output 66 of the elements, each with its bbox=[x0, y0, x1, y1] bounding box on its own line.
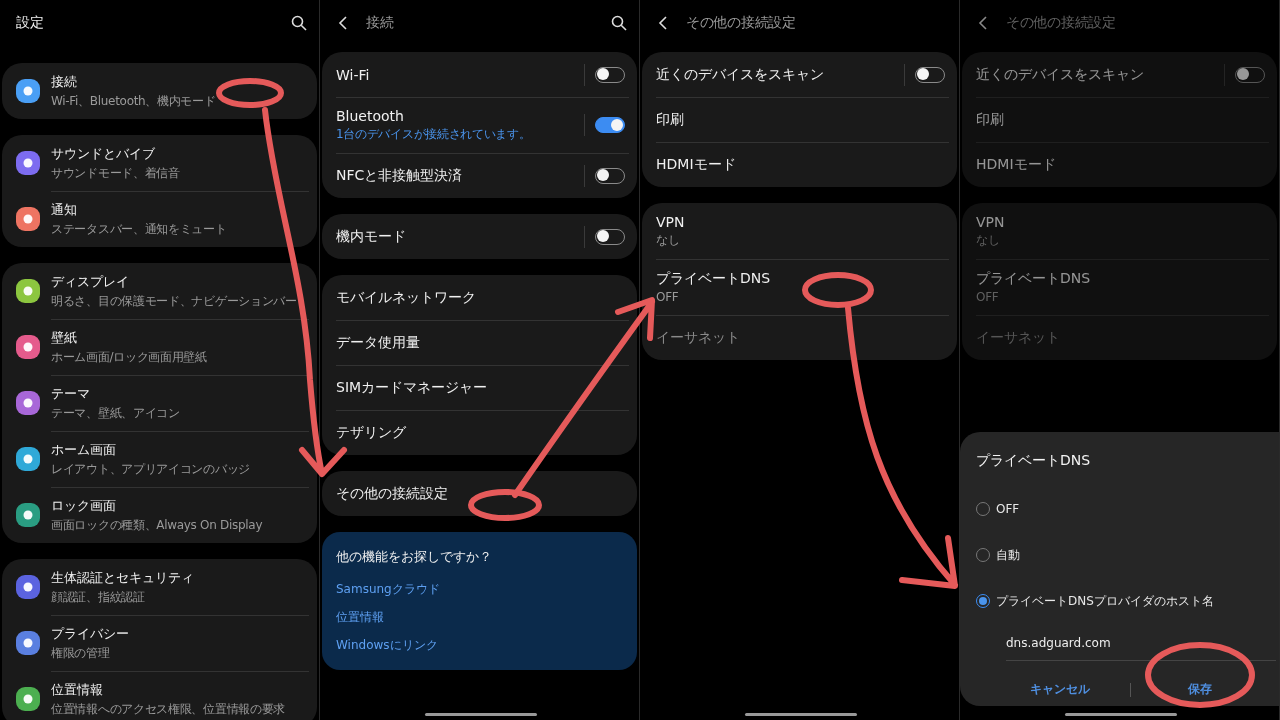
screen-title: その他の接続設定 bbox=[1006, 14, 1117, 32]
item-title[interactable]: NFCと非接触型決済 bbox=[336, 166, 463, 185]
item-subtitle: ホーム画面/ロック画面用壁紙 bbox=[51, 348, 207, 366]
item-title[interactable]: プライベートDNS bbox=[656, 270, 771, 288]
item-title[interactable]: 近くのデバイスをスキャン bbox=[976, 65, 1144, 84]
item-title[interactable]: プライバシー bbox=[51, 624, 129, 643]
item-title[interactable]: 印刷 bbox=[656, 110, 684, 129]
item-title[interactable]: 近くのデバイスをスキャン bbox=[656, 65, 824, 84]
item-title[interactable]: 接続 bbox=[51, 72, 77, 91]
screen-title: 接続 bbox=[366, 14, 395, 32]
search-icon[interactable] bbox=[611, 15, 627, 31]
item-title[interactable]: テーマ bbox=[51, 384, 90, 403]
item-title[interactable]: Wi-Fi bbox=[336, 66, 370, 83]
item-title[interactable]: 壁紙 bbox=[51, 328, 77, 347]
item-title[interactable]: HDMIモード bbox=[976, 155, 1056, 174]
option-label[interactable]: 自動 bbox=[996, 546, 1020, 564]
item-subtitle: 顔認証、指紋認証 bbox=[51, 588, 145, 606]
item-title[interactable]: 通知 bbox=[51, 200, 77, 219]
circle-annotation bbox=[802, 272, 874, 308]
item-subtitle: サウンドモード、着信音 bbox=[51, 164, 180, 182]
item-title[interactable]: 機内モード bbox=[336, 227, 406, 246]
item-title[interactable]: HDMIモード bbox=[656, 155, 736, 174]
item-subtitle: OFF bbox=[976, 290, 999, 304]
suggestion-link[interactable]: Samsungクラウド bbox=[336, 581, 440, 598]
item-title[interactable]: ホーム画面 bbox=[51, 440, 116, 459]
item-title[interactable]: ロック画面 bbox=[51, 496, 116, 515]
item-title[interactable]: Bluetooth bbox=[336, 107, 404, 124]
item-title[interactable]: 印刷 bbox=[976, 110, 1004, 129]
option-label[interactable]: OFF bbox=[996, 502, 1020, 516]
item-subtitle: OFF bbox=[656, 290, 679, 304]
dialog-title: プライベートDNS bbox=[976, 452, 1092, 470]
item-title[interactable]: ディスプレイ bbox=[51, 272, 129, 291]
suggestion-link[interactable]: Windowsにリンク bbox=[336, 637, 438, 654]
screen-title: 設定 bbox=[16, 14, 45, 32]
item-title[interactable]: サウンドとバイブ bbox=[51, 144, 155, 163]
toggle-switch[interactable] bbox=[595, 117, 625, 133]
item-subtitle: 1台のデバイスが接続されています。 bbox=[336, 125, 531, 143]
suggestion-title: 他の機能をお探しですか？ bbox=[336, 548, 493, 566]
item-title[interactable]: その他の接続設定 bbox=[336, 484, 448, 503]
screen-title: その他の接続設定 bbox=[686, 14, 797, 32]
item-subtitle: なし bbox=[656, 231, 680, 249]
save-button[interactable]: 保存 bbox=[1130, 675, 1270, 704]
cancel-button[interactable]: キャンセル bbox=[990, 675, 1130, 704]
item-subtitle: 位置情報へのアクセス権限、位置情報の要求 bbox=[51, 700, 285, 718]
item-title[interactable]: SIMカードマネージャー bbox=[336, 378, 488, 397]
item-title[interactable]: 位置情報 bbox=[51, 680, 103, 699]
item-title[interactable]: VPN bbox=[976, 213, 1005, 230]
item-subtitle: ステータスバー、通知をミュート bbox=[51, 220, 227, 238]
option-label[interactable]: プライベートDNSプロバイダのホスト名 bbox=[996, 592, 1214, 610]
item-title[interactable]: データ使用量 bbox=[336, 333, 420, 352]
item-title[interactable]: モバイルネットワーク bbox=[336, 288, 476, 307]
item-subtitle: 画面ロックの種類、Always On Display bbox=[51, 516, 263, 534]
item-subtitle: なし bbox=[976, 231, 1000, 249]
item-subtitle: レイアウト、アプリアイコンのバッジ bbox=[51, 460, 250, 478]
item-subtitle: テーマ、壁紙、アイコン bbox=[51, 404, 180, 422]
item-title[interactable]: VPN bbox=[656, 213, 685, 230]
search-icon[interactable] bbox=[291, 15, 307, 31]
hostname-field[interactable]: dns.adguard.com bbox=[1006, 630, 1276, 661]
item-title[interactable]: プライベートDNS bbox=[976, 270, 1091, 288]
item-subtitle: Wi-Fi、Bluetooth、機内モード bbox=[51, 92, 216, 110]
suggestion-link[interactable]: 位置情報 bbox=[336, 609, 384, 626]
item-subtitle: 明るさ、目の保護モード、ナビゲーションバー bbox=[51, 292, 297, 310]
item-subtitle: 権限の管理 bbox=[51, 644, 110, 662]
item-title[interactable]: テザリング bbox=[336, 423, 406, 442]
circle-annotation bbox=[216, 78, 284, 108]
item-title[interactable]: 生体認証とセキュリティ bbox=[51, 568, 194, 587]
